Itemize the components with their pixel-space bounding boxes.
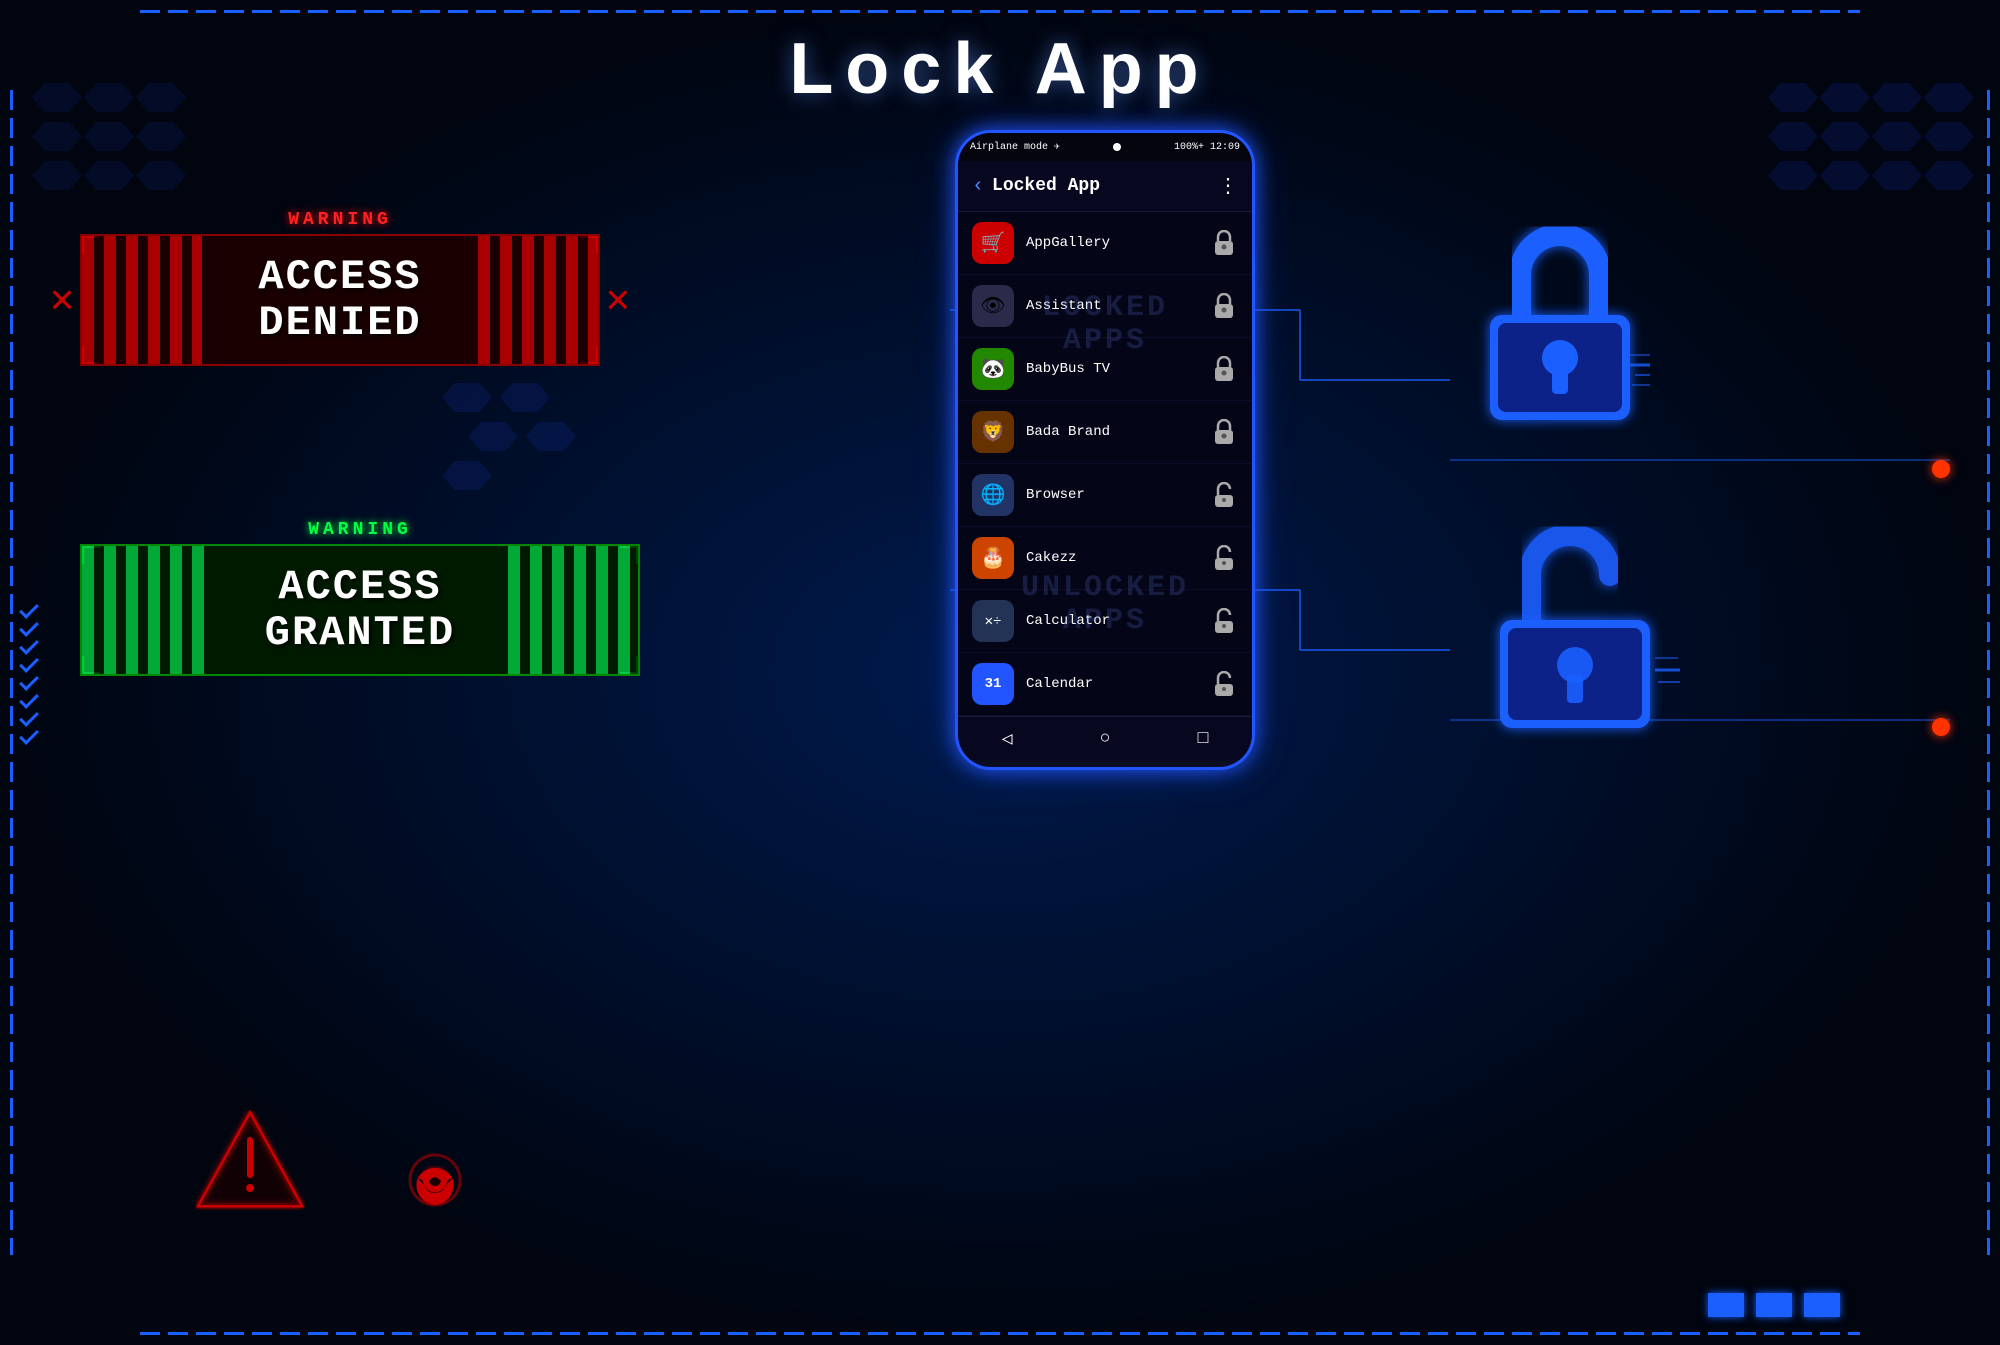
nav-back-button[interactable]: ◁: [1002, 728, 1013, 750]
app-icon-browser: 🌐: [972, 474, 1014, 516]
app-item-bada[interactable]: 🦁 Bada Brand: [958, 401, 1252, 464]
phone-frame: Airplane mode ✈ 100%+ 12:09 ‹ Locked App…: [955, 130, 1255, 770]
app-icon-calendar: 31: [972, 663, 1014, 705]
hex-pattern-top-left: [30, 80, 182, 193]
lock-icon-browser[interactable]: [1210, 481, 1238, 509]
red-dot-1: [1932, 460, 1950, 478]
warning-label-denied: WARNING: [80, 210, 600, 230]
bottom-dot-3: [1804, 1293, 1840, 1317]
app-icon-appgallery: 🛒: [972, 222, 1014, 264]
app-name-calculator: Calculator: [1026, 613, 1210, 629]
app-item-assistant[interactable]: 👁 Assistant: [958, 275, 1252, 338]
access-granted-section: WARNING ACCESS GRANTED: [80, 520, 640, 676]
lock-icon-cakezz[interactable]: [1210, 544, 1238, 572]
locked-padlock: [1470, 220, 1650, 435]
app-name-babybus: BabyBus TV: [1026, 361, 1210, 377]
lock-icon-babybus[interactable]: [1210, 355, 1238, 383]
app-icon-bada: 🦁: [972, 411, 1014, 453]
phone-mockup: Airplane mode ✈ 100%+ 12:09 ‹ Locked App…: [955, 130, 1255, 770]
app-icon-cakezz: 🎂: [972, 537, 1014, 579]
phone-status-bar: Airplane mode ✈ 100%+ 12:09: [958, 133, 1252, 161]
lock-icon-assistant[interactable]: [1210, 292, 1238, 320]
stripe-left-denied: [82, 236, 202, 364]
left-arrow-decoration: [20, 604, 38, 742]
app-item-cakezz[interactable]: 🎂 Cakezz: [958, 527, 1252, 590]
stripe-right-granted: [508, 546, 638, 674]
radiation-icon: [380, 1125, 490, 1235]
border-top: [140, 10, 1860, 13]
app-list: LOCKEDAPPS UNLOCKEDAPPS 🛒 AppGallery: [958, 212, 1252, 716]
lock-icon-appgallery[interactable]: [1210, 229, 1238, 257]
nav-recent-button[interactable]: □: [1198, 729, 1209, 749]
access-granted-banner: ACCESS GRANTED: [80, 544, 640, 676]
phone-header: ‹ Locked App ⋮: [958, 161, 1252, 212]
access-denied-section: WARNING ✕ ACCESS DENIED ✕: [80, 210, 600, 366]
back-button[interactable]: ‹: [972, 175, 984, 198]
app-name-browser: Browser: [1026, 487, 1210, 503]
border-left: [10, 90, 13, 1255]
hex-cluster-middle: [440, 380, 578, 493]
phone-screen-title: Locked App: [992, 176, 1218, 196]
app-name-cakezz: Cakezz: [1026, 550, 1210, 566]
app-icon-assistant: 👁: [972, 285, 1014, 327]
lock-icon-bada[interactable]: [1210, 418, 1238, 446]
unlocked-padlock: [1480, 520, 1680, 745]
menu-button[interactable]: ⋮: [1218, 173, 1238, 199]
app-name-assistant: Assistant: [1026, 298, 1210, 314]
stripe-left-granted: [82, 546, 212, 674]
status-right: 100%+ 12:09: [1174, 142, 1240, 153]
stripe-right-denied: [478, 236, 598, 364]
red-x-left-icon: ✕: [50, 276, 74, 325]
app-icon-babybus: 🐼: [972, 348, 1014, 390]
page-title: Lock App: [789, 28, 1210, 110]
lock-icon-calendar[interactable]: [1210, 670, 1238, 698]
red-x-right-icon: ✕: [606, 276, 630, 325]
app-name-appgallery: AppGallery: [1026, 235, 1210, 251]
app-icon-calculator: ✕÷: [972, 600, 1014, 642]
hex-pattern-top-right: [1766, 80, 1970, 193]
warning-triangle-icon: [195, 1110, 305, 1215]
status-camera-dot: [1113, 143, 1121, 151]
phone-nav-bar: ◁ ○ □: [958, 716, 1252, 760]
border-bottom: [140, 1332, 1860, 1335]
lock-icon-calculator[interactable]: [1210, 607, 1238, 635]
access-denied-text: ACCESS DENIED: [258, 254, 421, 346]
red-dot-2: [1932, 718, 1950, 736]
app-item-appgallery[interactable]: 🛒 AppGallery: [958, 212, 1252, 275]
bottom-dots: [1708, 1293, 1840, 1317]
bottom-dot-1: [1708, 1293, 1744, 1317]
status-left: Airplane mode ✈: [970, 141, 1060, 153]
app-name-bada: Bada Brand: [1026, 424, 1210, 440]
nav-home-button[interactable]: ○: [1100, 729, 1111, 749]
app-name-calendar: Calendar: [1026, 676, 1210, 692]
bottom-dot-2: [1756, 1293, 1792, 1317]
access-denied-banner: ACCESS DENIED: [80, 234, 600, 366]
access-granted-text: ACCESS GRANTED: [265, 564, 455, 656]
app-item-calendar[interactable]: 31 Calendar: [958, 653, 1252, 716]
app-item-calculator[interactable]: ✕÷ Calculator: [958, 590, 1252, 653]
app-item-babybus[interactable]: 🐼 BabyBus TV: [958, 338, 1252, 401]
border-right: [1987, 90, 1990, 1255]
warning-label-granted: WARNING: [80, 520, 640, 540]
airplane-mode-label: Airplane mode ✈: [970, 141, 1060, 153]
app-item-browser[interactable]: 🌐 Browser: [958, 464, 1252, 527]
